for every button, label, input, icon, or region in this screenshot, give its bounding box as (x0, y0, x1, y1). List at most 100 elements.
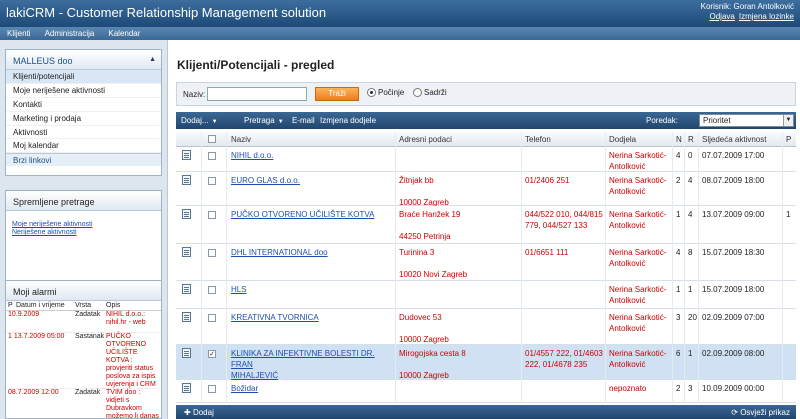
client-address: Žitnjak bb 10000 Zagreb (399, 176, 449, 207)
client-card-icon[interactable] (182, 284, 191, 294)
app-title: lakiCRM - Customer Relationship Manageme… (6, 5, 327, 20)
client-address: Mirogojska cesta 8 10000 Zagreb (399, 349, 466, 380)
alarm-row[interactable]: 08.7.2009 12:00 Zadatak TVIM doo : vidjeti… (6, 389, 161, 419)
email-button[interactable]: E-mail (292, 116, 315, 125)
radio-starts[interactable]: Počinje (367, 88, 404, 97)
client-card-icon[interactable] (182, 150, 191, 160)
main-panel: Klijenti/Potencijali - pregled Naziv: Tr… (172, 40, 800, 419)
client-name-link[interactable]: KLINIKA ZA INFEKTIVNE BOLESTI DR. FRAN M… (231, 348, 393, 381)
client-card-icon[interactable] (182, 209, 191, 219)
client-n: 1 (676, 210, 681, 219)
client-n: 3 (676, 313, 681, 322)
quick-links[interactable]: Brzi linkovi (6, 153, 161, 167)
saved-link-moje[interactable]: Moje neriješene aktivnosti (6, 221, 161, 229)
refresh-button[interactable]: ⟳ Osvježi prikaz (731, 408, 790, 417)
table-row[interactable]: EURO GLAS d.o.o. Žitnjak bb 10000 Zagreb 0… (176, 172, 796, 207)
saved-link-nerijesene[interactable]: Neriješene aktivnosti (6, 229, 161, 237)
table-row[interactable]: HLS Nerina Sarkotić- Antolković 1 1 15.07.20… (176, 281, 796, 309)
table-row[interactable]: NIHIL d.o.o. Nerina Sarkotić- Antolković 4… (176, 147, 796, 172)
select-all-checkbox[interactable] (208, 135, 216, 143)
client-assignee: Nerina Sarkotić- Antolković (609, 285, 667, 305)
client-card-icon[interactable] (182, 383, 191, 393)
table-row[interactable]: ✓ KLINIKA ZA INFEKTIVNE BOLESTI DR. FRAN … (176, 345, 796, 380)
sidebar-item-marketing[interactable]: Marketing i prodaja (6, 112, 161, 126)
search-label: Naziv: (183, 90, 206, 99)
grid-header: Naziv Adresni podaci Telefon Dodjela N R… (176, 132, 796, 147)
client-name-link[interactable]: DHL INTERNATIONAL doo (231, 247, 393, 258)
client-n: 6 (676, 349, 681, 358)
client-card-icon[interactable] (182, 247, 191, 257)
nav-item-administracija[interactable]: Administracija (38, 27, 102, 40)
sidebar-item-neriješene[interactable]: Moje neriješene aktivnosti (6, 84, 161, 98)
client-name-link[interactable]: KREATIVNA TVORNICA (231, 312, 393, 323)
nav-item-klijenti[interactable]: Klijenti (0, 27, 38, 40)
footer-add-button[interactable]: ✚ Dodaj (184, 408, 214, 417)
sidebar-item-kalendar[interactable]: Moj kalendar (6, 139, 161, 154)
sidebar-item-kontakti[interactable]: Kontakti (6, 98, 161, 112)
table-row[interactable]: PUČKO OTVORENO UČILIŠTE KOTVA Braće Hanže… (176, 206, 796, 244)
table-row[interactable]: DHL INTERNATIONAL doo Turinina 3 10020 No… (176, 244, 796, 281)
client-p: 1 (786, 210, 791, 219)
clients-grid: Naziv Adresni podaci Telefon Dodjela N R… (176, 132, 796, 403)
saved-searches-title: Spremljene pretrage (6, 191, 161, 211)
user-label: Korisnik: Goran Antolković (700, 2, 794, 11)
change-password-link[interactable]: Izmjena lozinke (739, 12, 794, 21)
user-panel: Korisnik: Goran Antolković Odjava Izmjena… (701, 2, 794, 22)
sidebar: MALLEUS doo ▲ Klijenti/potencijali Moje n… (0, 40, 168, 419)
client-assignee: Nerina Sarkotić- Antolković (609, 210, 667, 230)
alarms-title: Moji alarmi (6, 281, 161, 301)
main-nav: Klijenti Administracija Kalendar (0, 27, 800, 40)
alarm-row[interactable]: 10.9.2009 Zadatak NIHIL d.o.o.: nihil.hr -… (6, 311, 161, 333)
client-card-icon[interactable] (182, 312, 191, 322)
client-n: 4 (676, 248, 681, 257)
sidebar-item-klijenti[interactable]: Klijenti/potencijali (6, 70, 161, 84)
row-checkbox[interactable] (208, 211, 216, 219)
add-menu[interactable]: Dodaj... ▼ (181, 116, 218, 125)
row-checkbox[interactable] (208, 385, 216, 393)
client-assignee: nepoznato (609, 384, 647, 393)
row-checkbox[interactable] (208, 177, 216, 185)
org-name: MALLEUS doo (13, 56, 73, 66)
table-row[interactable]: Božidar nepoznato 2 3 10.09.2009 00:00 (176, 380, 796, 403)
change-assignment-button[interactable]: Izmjena dodjele (320, 116, 376, 125)
nav-item-kalendar[interactable]: Kalendar (101, 27, 147, 40)
row-checkbox[interactable] (208, 314, 216, 322)
search-menu[interactable]: Pretraga ▼ (244, 116, 284, 125)
client-card-icon[interactable] (182, 175, 191, 185)
client-r: 4 (688, 176, 693, 185)
client-next-activity: 07.07.2009 17:00 (702, 151, 765, 160)
client-r: 0 (688, 151, 693, 160)
row-checkbox[interactable] (208, 286, 216, 294)
client-phone: 01/2406 251 (525, 176, 570, 185)
client-phone: 044/522 010, 044/815 779, 044/527 133 (525, 210, 603, 230)
client-next-activity: 02.09.2009 07:00 (702, 313, 765, 322)
sidebar-item-aktivnosti[interactable]: Aktivnosti (6, 126, 161, 140)
row-checkbox[interactable]: ✓ (208, 350, 216, 358)
table-row[interactable]: KREATIVNA TVORNICA Dudovec 53 10000 Zagre… (176, 309, 796, 345)
client-r: 3 (688, 384, 693, 393)
client-assignee: Nerina Sarkotić- Antolković (609, 248, 667, 268)
collapse-icon[interactable]: ▲ (149, 56, 156, 63)
client-name-link[interactable]: EURO GLAS d.o.o. (231, 175, 393, 186)
row-checkbox[interactable] (208, 249, 216, 257)
logout-link[interactable]: Odjava (710, 12, 735, 21)
row-checkbox[interactable] (208, 152, 216, 160)
client-next-activity: 08.07.2009 18:00 (702, 176, 765, 185)
client-address: Dudovec 53 10000 Zagreb (399, 313, 449, 344)
search-input[interactable] (207, 87, 307, 101)
client-assignee: Nerina Sarkotić- Antolković (609, 313, 667, 333)
client-name-link[interactable]: Božidar (231, 383, 393, 394)
search-bar: Naziv: Traži Počinje Sadrži (176, 82, 796, 106)
grid-footer: ✚ Dodaj ⟳ Osvježi prikaz (176, 405, 796, 419)
search-button[interactable]: Traži (315, 87, 359, 101)
client-r: 8 (688, 248, 693, 257)
client-card-icon[interactable] (182, 348, 191, 358)
alarm-row[interactable]: 1 13.7.2009 05:00 Sastanak PUČKO OTVORENO … (6, 333, 161, 389)
radio-contains[interactable]: Sadrži (413, 88, 447, 97)
client-name-link[interactable]: PUČKO OTVORENO UČILIŠTE KOTVA (231, 209, 393, 220)
client-next-activity: 15.07.2009 18:30 (702, 248, 765, 257)
client-next-activity: 10.09.2009 00:00 (702, 384, 765, 393)
client-name-link[interactable]: NIHIL d.o.o. (231, 150, 393, 161)
client-name-link[interactable]: HLS (231, 284, 393, 295)
sort-select[interactable]: Prioritet ▼ (699, 114, 794, 127)
